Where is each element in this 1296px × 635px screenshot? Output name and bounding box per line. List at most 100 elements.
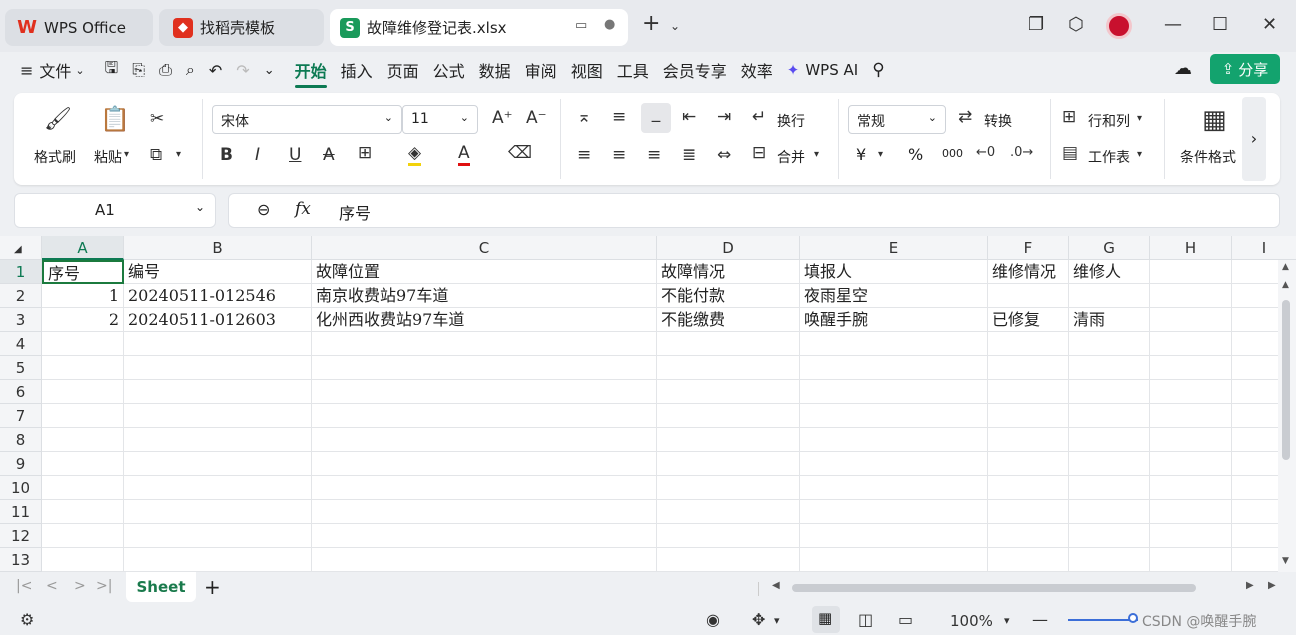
cube-icon[interactable]: ⬡ bbox=[1068, 14, 1084, 35]
strikethrough-icon[interactable]: A bbox=[323, 145, 335, 165]
menu-review[interactable]: 审阅 bbox=[525, 58, 557, 82]
number-format-select[interactable]: 常规 ⌄ bbox=[848, 105, 946, 134]
column-header-g[interactable]: G bbox=[1069, 236, 1150, 260]
add-sheet-icon[interactable]: + bbox=[204, 575, 221, 599]
cell-e2[interactable]: 夜雨星空 bbox=[800, 284, 988, 308]
window-tabs-icon[interactable]: ❐ bbox=[1028, 14, 1044, 35]
align-right-icon[interactable]: ≡ bbox=[647, 145, 661, 165]
chevron-down-icon[interactable]: ▾ bbox=[878, 149, 883, 160]
fx-icon[interactable]: fx bbox=[295, 199, 311, 219]
cell-b1[interactable]: 编号 bbox=[124, 260, 312, 284]
menu-tools[interactable]: 工具 bbox=[617, 58, 649, 82]
ribbon-scroll-right-icon[interactable]: › bbox=[1242, 97, 1266, 181]
scroll-left-icon[interactable]: ◀ bbox=[772, 580, 780, 591]
conditional-format-button[interactable]: 条件格式 bbox=[1180, 147, 1236, 167]
cell-e3[interactable]: 唤醒手腕 bbox=[800, 308, 988, 332]
font-color-icon[interactable]: A bbox=[458, 143, 470, 166]
page-layout-icon[interactable]: ◫ bbox=[858, 610, 873, 629]
cell-g2[interactable] bbox=[1069, 284, 1150, 308]
share-button[interactable]: ⇪ 分享 bbox=[1210, 54, 1280, 84]
row-header-1[interactable]: 1 bbox=[0, 260, 42, 284]
align-middle-icon[interactable]: ≡ bbox=[612, 107, 626, 127]
chevron-down-icon[interactable]: ▾ bbox=[774, 614, 780, 627]
column-header-c[interactable]: C bbox=[312, 236, 657, 260]
paste-button[interactable]: 粘贴 bbox=[94, 147, 122, 167]
menu-view[interactable]: 视图 bbox=[571, 58, 603, 82]
minimize-icon[interactable]: — bbox=[1164, 14, 1182, 35]
clear-format-icon[interactable]: ⌫ bbox=[508, 143, 532, 163]
tab-current-file[interactable]: S 故障维修登记表.xlsx ▭ ● bbox=[330, 9, 628, 46]
sheet-tab[interactable]: Sheet bbox=[126, 572, 196, 602]
chevron-down-icon[interactable]: ▾ bbox=[1137, 113, 1142, 124]
save-icon[interactable]: 🖫 bbox=[105, 57, 119, 84]
row-header-10[interactable]: 10 bbox=[0, 476, 42, 500]
worksheet-button[interactable]: 工作表 bbox=[1088, 147, 1130, 167]
undo-icon[interactable]: ↶ bbox=[209, 61, 222, 80]
row-header-11[interactable]: 11 bbox=[0, 500, 42, 524]
rows-columns-button[interactable]: 行和列 bbox=[1088, 111, 1130, 131]
merge-icon[interactable]: ⊟ bbox=[752, 143, 766, 163]
row-header-2[interactable]: 2 bbox=[0, 284, 42, 308]
wrap-text-button[interactable]: 换行 bbox=[777, 111, 805, 131]
cell-d3[interactable]: 不能缴费 bbox=[657, 308, 800, 332]
scroll-up-icon[interactable]: ▲ bbox=[1282, 262, 1289, 272]
paste-icon[interactable]: 📋 bbox=[100, 105, 130, 133]
eye-protection-icon[interactable]: ◉ bbox=[706, 610, 720, 629]
new-tab-icon[interactable]: + bbox=[642, 11, 660, 36]
search-icon[interactable]: ⚲ bbox=[872, 60, 884, 80]
distributed-icon[interactable]: ⇔ bbox=[717, 145, 731, 165]
hamburger-icon[interactable]: ≡ bbox=[20, 61, 33, 80]
underline-icon[interactable]: U bbox=[289, 145, 301, 165]
export-icon[interactable]: ⎘ bbox=[132, 60, 145, 80]
worksheet-icon[interactable]: ▤ bbox=[1062, 143, 1078, 163]
select-all-corner[interactable]: ◢ bbox=[0, 236, 42, 260]
row-header-5[interactable]: 5 bbox=[0, 356, 42, 380]
vertical-scrollbar[interactable]: ▲ ▲ ▼ bbox=[1278, 260, 1296, 572]
bold-icon[interactable]: B bbox=[220, 145, 233, 165]
chevron-down-icon[interactable]: ▾ bbox=[176, 149, 181, 160]
print-icon[interactable]: ⎙ bbox=[159, 60, 172, 80]
prev-sheet-icon[interactable]: < bbox=[46, 578, 58, 594]
scroll-down-icon[interactable]: ▼ bbox=[1282, 556, 1289, 566]
column-header-b[interactable]: B bbox=[124, 236, 312, 260]
border-icon[interactable]: ⊞ bbox=[358, 143, 372, 163]
zoom-level[interactable]: 100% bbox=[950, 612, 993, 630]
column-header-a[interactable]: A bbox=[42, 236, 124, 260]
menu-data[interactable]: 数据 bbox=[479, 58, 511, 82]
conditional-format-icon[interactable]: ▦ bbox=[1202, 105, 1227, 135]
last-sheet-icon[interactable]: >| bbox=[96, 578, 112, 594]
menu-insert[interactable]: 插入 bbox=[341, 58, 373, 82]
avatar[interactable] bbox=[1106, 13, 1132, 39]
font-name-select[interactable]: 宋体 ⌄ bbox=[212, 105, 402, 134]
row-header-3[interactable]: 3 bbox=[0, 308, 42, 332]
scroll-top-icon[interactable]: ▲ bbox=[1282, 280, 1289, 290]
cell-d1[interactable]: 故障情况 bbox=[657, 260, 800, 284]
format-painter-button[interactable]: 格式刷 bbox=[34, 147, 76, 167]
merge-button[interactable]: 合并 bbox=[777, 147, 805, 167]
chevron-down-icon[interactable]: ▾ bbox=[124, 149, 129, 160]
cut-icon[interactable]: ✂ bbox=[150, 109, 164, 129]
column-header-h[interactable]: H bbox=[1150, 236, 1232, 260]
cell-a1[interactable]: 序号 bbox=[42, 260, 124, 284]
focus-mode-icon[interactable]: ✥ bbox=[752, 610, 765, 629]
column-header-i[interactable]: I bbox=[1232, 236, 1296, 260]
percent-button[interactable]: % bbox=[908, 145, 923, 164]
cell-c3[interactable]: 化州西收费站97车道 bbox=[312, 308, 657, 332]
cell-f2[interactable] bbox=[988, 284, 1069, 308]
formula-content[interactable]: 序号 bbox=[339, 200, 371, 224]
chevron-down-icon[interactable]: ⌄ bbox=[264, 63, 275, 78]
row-header-7[interactable]: 7 bbox=[0, 404, 42, 428]
macro-icon[interactable]: ⚙ bbox=[20, 610, 34, 629]
cloud-icon[interactable]: ☁ bbox=[1174, 58, 1192, 79]
convert-icon[interactable]: ⇄ bbox=[958, 107, 972, 127]
chevron-down-icon[interactable]: ⌄ bbox=[670, 19, 680, 33]
unsaved-dot-icon[interactable]: ● bbox=[604, 17, 615, 32]
horizontal-scroll-thumb[interactable] bbox=[792, 584, 1196, 592]
rows-columns-icon[interactable]: ⊞ bbox=[1062, 107, 1076, 127]
chevron-down-icon[interactable]: ▾ bbox=[1137, 149, 1142, 160]
scroll-end-icon[interactable]: ▶ bbox=[1268, 580, 1276, 591]
currency-button[interactable]: ¥ bbox=[856, 145, 866, 164]
menu-file[interactable]: 文件 bbox=[39, 58, 71, 82]
menu-member[interactable]: 会员专享 bbox=[663, 58, 727, 82]
decrease-font-icon[interactable]: A⁻ bbox=[526, 108, 547, 128]
